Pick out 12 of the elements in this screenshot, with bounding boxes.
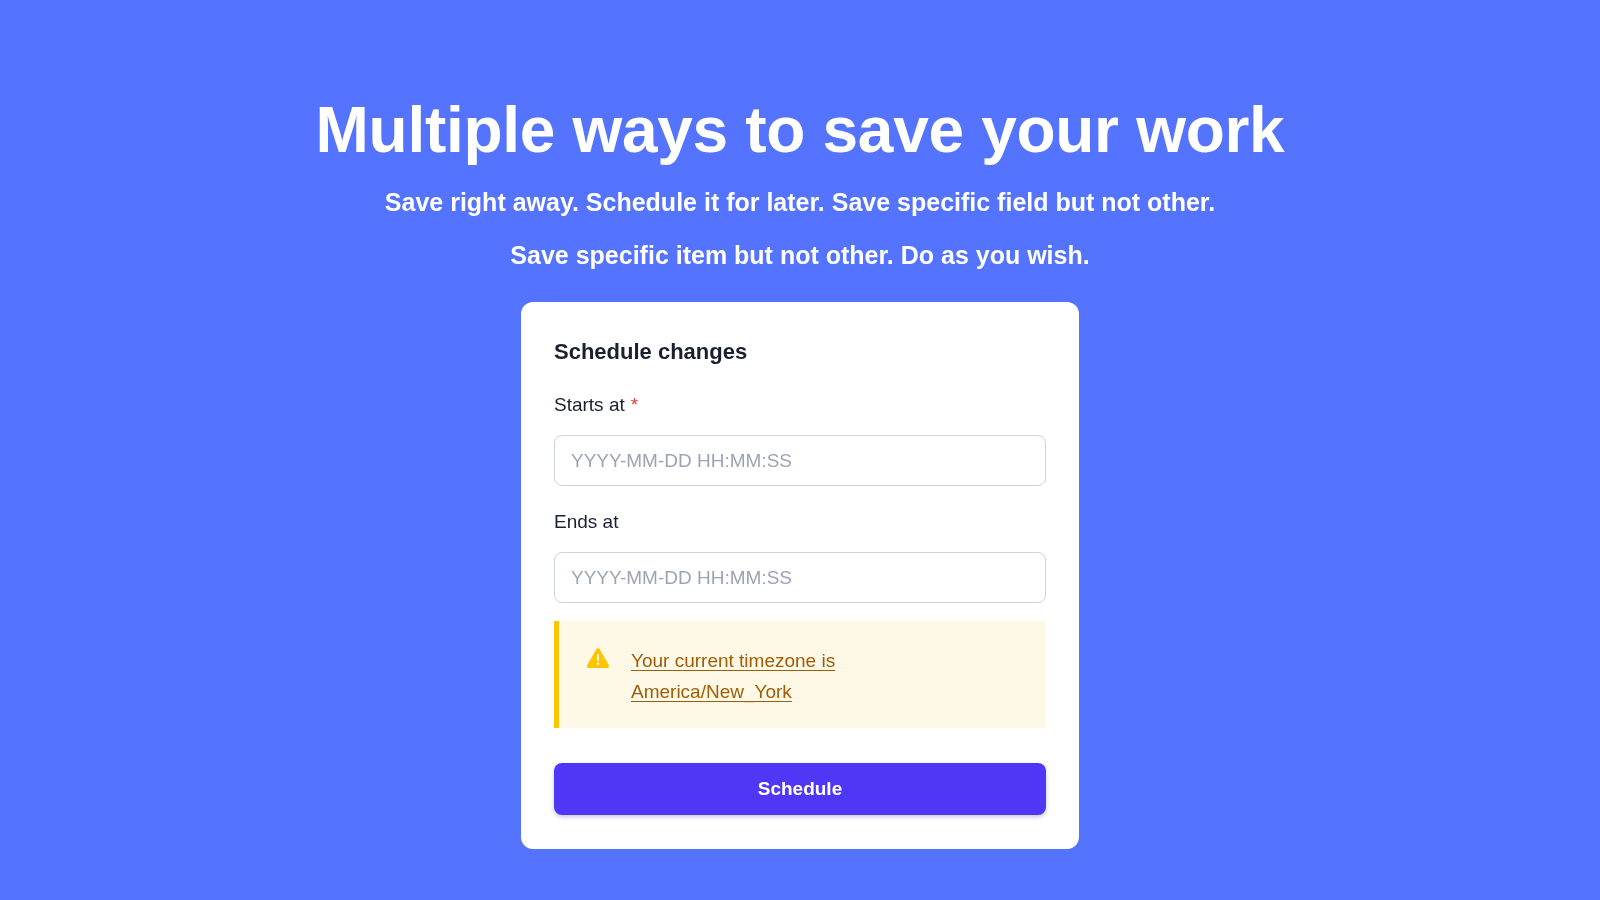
field-label: Starts at xyxy=(554,393,625,417)
warning-icon xyxy=(587,648,609,668)
datetime-input[interactable]: YYYY-MM-DD HH:MM:SS xyxy=(554,435,1046,486)
card-title: Schedule changes xyxy=(554,338,749,366)
page-heading: Multiple ways to save your work xyxy=(315,93,1285,167)
subtitle-text: Save specific item but not other. Do as you wish. xyxy=(510,240,1090,271)
field-label: Ends at xyxy=(554,510,619,534)
required-mark: * xyxy=(630,393,639,417)
timezone-link[interactable]: Your current timezone is America/New_York xyxy=(631,645,881,707)
schedule-button[interactable]: Schedule xyxy=(554,763,1046,815)
subtitle-text: Save right away. Schedule it for later. Save specific field but not other. xyxy=(384,187,1216,218)
datetime-input[interactable]: YYYY-MM-DD HH:MM:SS xyxy=(554,552,1046,603)
